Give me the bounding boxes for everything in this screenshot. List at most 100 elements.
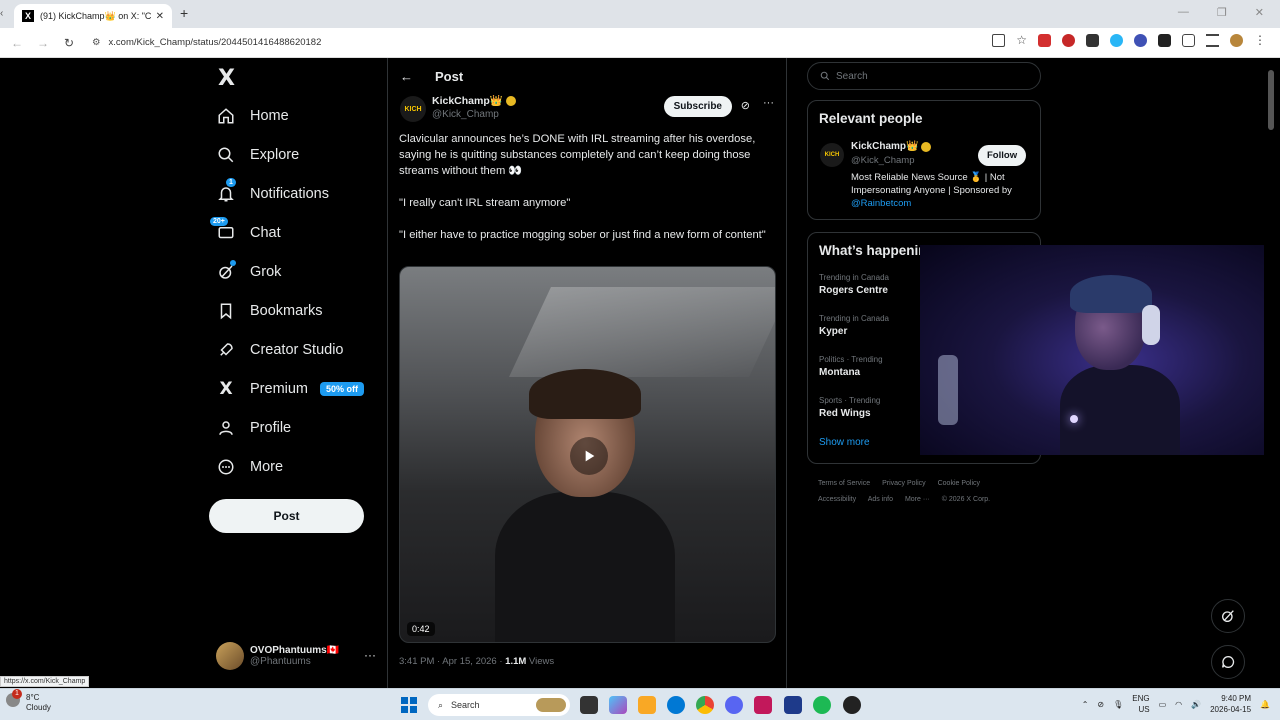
nav-explore[interactable]: Explore (216, 141, 299, 169)
close-window-icon[interactable]: ✕ (1255, 6, 1264, 19)
browser-menu-icon[interactable]: ⋮ (1254, 34, 1266, 47)
next-app-icon[interactable] (754, 696, 772, 714)
extension-blue-icon[interactable] (1110, 34, 1123, 47)
maximize-icon[interactable]: ❐ (1217, 6, 1227, 19)
mic-icon[interactable]: 🎙 (1113, 700, 1123, 709)
extension-shield-icon[interactable] (1062, 34, 1075, 47)
back-icon[interactable]: ← (8, 36, 26, 50)
taskbar-search[interactable]: ⌕ Search (428, 694, 570, 716)
account-switcher[interactable]: OVOPhantuums🇨🇦 @Phantuums ··· (216, 642, 376, 670)
minimize-icon[interactable]: — (1178, 6, 1189, 19)
x-favicon-icon: X (22, 10, 34, 22)
author-name-row[interactable]: KickChamp👑 (432, 94, 516, 107)
nav-home[interactable]: Home (216, 102, 289, 130)
star-icon[interactable]: ☆ (1016, 34, 1027, 47)
copilot-icon[interactable] (609, 696, 627, 714)
nav-more-label: More (250, 459, 284, 475)
search-input[interactable]: Search (807, 62, 1041, 90)
obs-icon[interactable] (843, 696, 861, 714)
grok-explain-icon[interactable]: ⊘ (741, 99, 750, 112)
browser-tab[interactable]: X (91) KickChamp👑 on X: "Clavic ✕ (14, 4, 172, 28)
edge-icon[interactable] (667, 696, 685, 714)
video-background (509, 287, 775, 377)
subscribe-button[interactable]: Subscribe (663, 96, 732, 117)
trend-item[interactable]: Trending in Canada Rogers Centre (819, 273, 889, 296)
address-bar: ← → ↻ ⚙ x.com/Kick_Champ/status/20445014… (0, 28, 1280, 58)
install-app-icon[interactable] (992, 34, 1006, 47)
verified-badge-icon (505, 95, 516, 106)
clock[interactable]: 9:40 PM 2026-04-15 (1210, 693, 1251, 715)
author-avatar[interactable]: KICH (400, 96, 426, 122)
play-icon[interactable] (570, 437, 608, 475)
bio-link[interactable]: @Rainbetcom (851, 198, 911, 209)
display-icon[interactable]: ▭ (1159, 700, 1167, 709)
left-sidebar: X Home Explore 1 Notifications 20+ Chat … (200, 58, 386, 688)
new-tab-button[interactable]: + (180, 5, 188, 21)
close-tab-icon[interactable]: ✕ (156, 11, 164, 22)
trend-item[interactable]: Politics · Trending Montana (819, 355, 883, 378)
tab-scroll-icon[interactable]: ‹ (0, 8, 3, 19)
follow-button[interactable]: Follow (978, 145, 1027, 166)
reload-icon[interactable]: ↻ (60, 36, 78, 50)
show-more-link[interactable]: Show more (819, 437, 870, 448)
discord-icon[interactable] (725, 696, 743, 714)
nav-home-label: Home (250, 108, 289, 124)
x-logo-icon[interactable]: X (218, 66, 235, 91)
grok-fab-icon[interactable] (1211, 599, 1245, 633)
url-field[interactable]: ⚙ x.com/Kick_Champ/status/20445014164886… (92, 37, 321, 48)
tray-expand-icon[interactable]: ⌃ (1082, 700, 1089, 709)
relevant-people-title: Relevant people (819, 111, 923, 126)
forward-icon[interactable]: → (34, 36, 52, 50)
extension-pen-icon[interactable] (1158, 34, 1171, 47)
task-view-icon[interactable] (580, 696, 598, 714)
site-info-icon[interactable]: ⚙ (92, 37, 101, 48)
nav-more[interactable]: More (216, 453, 283, 481)
nav-explore-label: Explore (250, 147, 300, 163)
trend-item[interactable]: Trending in Canada Kyper (819, 314, 889, 337)
nav-creator-studio[interactable]: Creator Studio (216, 336, 344, 364)
post-time[interactable]: 3:41 PM · Apr 15, 2026 · (399, 656, 505, 667)
status-url: https://x.com/Kick_Champ (0, 676, 90, 687)
weather-widget[interactable]: 1 8°C Cloudy (6, 689, 51, 713)
account-name: OVOPhantuums🇨🇦 (250, 645, 340, 656)
post-video[interactable]: 0:42 (399, 266, 776, 643)
spotify-icon[interactable] (813, 696, 831, 714)
avatar[interactable]: KICH (820, 143, 844, 167)
app-window-icon[interactable] (784, 696, 802, 714)
start-button-icon[interactable] (401, 697, 417, 713)
trend-item[interactable]: Sports · Trending Red Wings (819, 396, 880, 419)
views-label: Views (526, 656, 555, 667)
post-more-icon[interactable]: ··· (763, 97, 774, 109)
post-button[interactable]: Post (209, 499, 364, 533)
author-handle[interactable]: @Kick_Champ (432, 109, 516, 120)
extension-red-icon[interactable] (1038, 34, 1051, 47)
language-indicator[interactable]: ENG US (1132, 693, 1149, 715)
nav-chat[interactable]: 20+ Chat (210, 217, 281, 247)
nav-premium[interactable]: X Premium 50% off (216, 375, 365, 403)
wifi-icon[interactable]: ◠ (1175, 700, 1182, 709)
messages-fab-icon[interactable] (1211, 645, 1245, 679)
account-more-icon[interactable]: ··· (364, 648, 376, 662)
search-icon: ⌕ (438, 699, 444, 710)
profile-avatar-icon[interactable] (1230, 34, 1243, 47)
nav-notifications[interactable]: 1 Notifications (216, 178, 329, 208)
chat-icon: 20+ (210, 217, 236, 243)
nav-profile[interactable]: Profile (216, 414, 291, 442)
chrome-icon[interactable] (696, 696, 714, 714)
scrollbar[interactable] (1264, 58, 1280, 688)
network-off-icon[interactable]: ⊘ (1097, 700, 1104, 709)
volume-icon[interactable]: 🔊 (1191, 700, 1201, 709)
nav-bookmarks[interactable]: Bookmarks (216, 297, 323, 325)
nav-grok[interactable]: Grok (216, 258, 281, 286)
media-queue-icon[interactable] (1206, 34, 1219, 47)
nav-bookmarks-label: Bookmarks (250, 303, 323, 319)
account-handle: @Phantuums (250, 656, 311, 667)
extension-wave-icon[interactable] (1134, 34, 1147, 47)
extensions-puzzle-icon[interactable] (1182, 34, 1195, 47)
file-explorer-icon[interactable] (638, 696, 656, 714)
person-handle: @Kick_Champ (851, 155, 915, 166)
back-arrow-icon[interactable]: ← (400, 69, 413, 84)
person-name-row[interactable]: KickChamp👑 (851, 141, 932, 152)
extension-square-icon[interactable] (1086, 34, 1099, 47)
notifications-bell-icon[interactable]: 🔔 (1260, 700, 1270, 709)
